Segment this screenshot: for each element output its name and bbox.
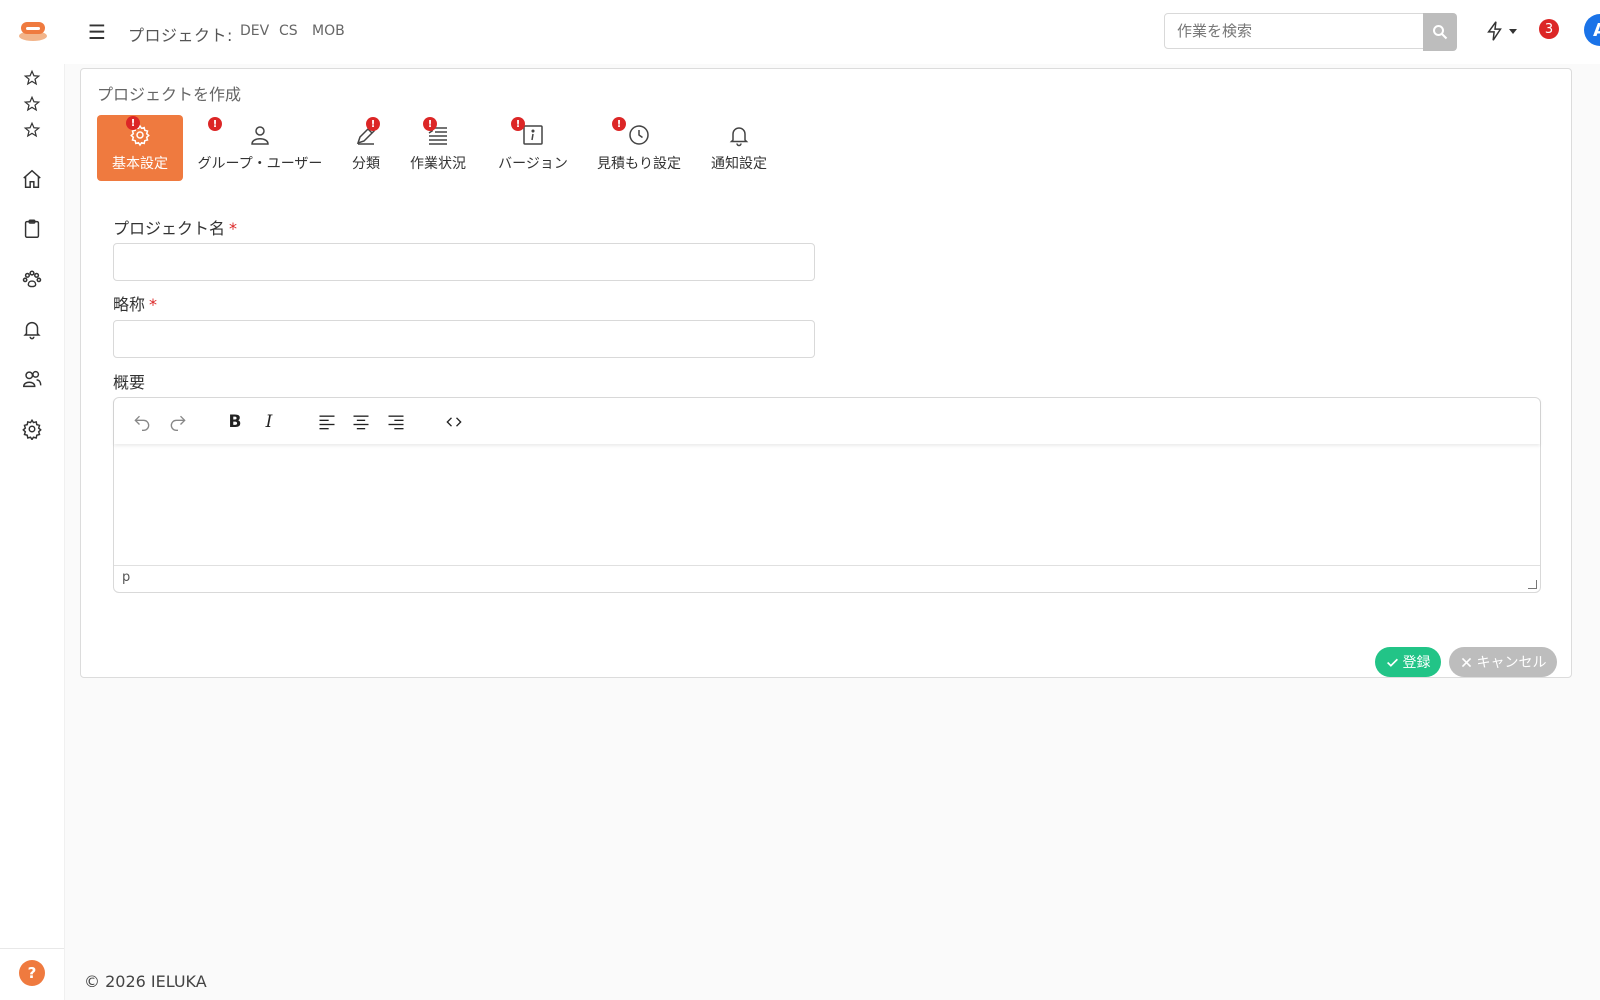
project-label: プロジェクト: xyxy=(128,26,233,45)
project-name-label-text: プロジェクト名 xyxy=(113,219,226,238)
align-center-button[interactable] xyxy=(349,410,373,434)
avatar[interactable]: A xyxy=(1584,14,1600,46)
source-code-button[interactable] xyxy=(442,410,466,434)
favorite-star-icon[interactable] xyxy=(20,92,44,116)
home-icon[interactable] xyxy=(20,167,44,191)
undo-button[interactable] xyxy=(130,410,154,434)
save-button[interactable]: 登録 xyxy=(1375,647,1441,677)
clipboard-icon[interactable] xyxy=(20,217,44,241)
search-icon xyxy=(1433,25,1448,40)
align-center-icon xyxy=(353,415,369,430)
help-icon[interactable]: ? xyxy=(19,960,45,986)
undo-icon xyxy=(134,415,150,431)
quick-actions-button[interactable] xyxy=(1484,18,1524,44)
paw-icon[interactable] xyxy=(20,267,44,291)
italic-icon: I xyxy=(265,412,273,432)
tab-label: グループ・ユーザー xyxy=(197,156,323,172)
lightning-icon xyxy=(1487,21,1502,41)
redo-icon xyxy=(170,415,186,431)
close-icon xyxy=(1461,657,1471,667)
tab-label: 分類 xyxy=(352,156,380,172)
footer-copyright: © 2026 IELUKA xyxy=(84,972,207,991)
required-mark: * xyxy=(229,219,238,238)
editor-statusbar: p xyxy=(114,565,1540,592)
error-icon: ! xyxy=(511,117,525,131)
bold-button[interactable]: B xyxy=(223,410,247,434)
sidebar: ? xyxy=(0,0,65,1000)
error-icon: ! xyxy=(208,117,222,131)
redo-button[interactable] xyxy=(166,410,190,434)
error-icon: ! xyxy=(423,117,437,131)
short-name-label-text: 略称 xyxy=(113,295,146,314)
summary-label: 概要 xyxy=(113,373,146,392)
gear-icon[interactable] xyxy=(20,417,44,441)
check-icon xyxy=(1386,658,1398,667)
error-icon: ! xyxy=(366,117,380,131)
favorite-star-icon[interactable] xyxy=(20,118,44,142)
bell-icon[interactable] xyxy=(20,317,44,341)
user-icon xyxy=(251,126,269,145)
tab-label: 基本設定 xyxy=(112,156,168,172)
code-icon xyxy=(446,417,462,427)
save-button-label: 登録 xyxy=(1402,654,1431,670)
cancel-button[interactable]: キャンセル xyxy=(1449,647,1557,677)
tab-label: 見積もり設定 xyxy=(597,156,681,172)
search-button[interactable] xyxy=(1423,13,1457,51)
tab-notification-settings[interactable]: 通知設定 xyxy=(707,115,771,181)
tab-label: バージョン xyxy=(498,156,568,172)
align-left-icon xyxy=(319,415,335,430)
error-icon: ! xyxy=(612,117,626,131)
project-link-cs[interactable]: CS xyxy=(279,23,298,39)
resize-handle-icon[interactable] xyxy=(1528,580,1537,589)
tab-label: 通知設定 xyxy=(711,156,767,172)
project-name-label: プロジェクト名 * xyxy=(113,215,237,239)
project-name-input[interactable] xyxy=(113,243,815,281)
chevron-down-icon xyxy=(1509,28,1517,34)
required-mark: * xyxy=(149,295,158,314)
project-link-mob[interactable]: MOB xyxy=(312,23,345,39)
tab-basic-settings[interactable]: 基本設定 ! xyxy=(97,115,183,181)
cancel-button-label: キャンセル xyxy=(1476,654,1547,670)
top-header: ☰ プロジェクト: DEV CS MOB 3 A xyxy=(64,0,1600,64)
tab-group-users[interactable]: グループ・ユーザー ! xyxy=(193,115,327,181)
short-name-label: 略称 * xyxy=(113,291,157,315)
element-path[interactable]: p xyxy=(122,570,130,585)
align-right-icon xyxy=(388,415,404,430)
tab-version[interactable]: バージョン ! xyxy=(495,115,571,181)
create-project-card: プロジェクトを作成 基本設定 ! グループ・ユーザー ! 分類 ! 作業状況 ! xyxy=(80,68,1572,678)
tab-work-status[interactable]: 作業状況 ! xyxy=(407,115,469,181)
info-icon xyxy=(523,125,543,145)
short-name-input[interactable] xyxy=(113,320,815,358)
clock-icon xyxy=(629,125,649,145)
notification-badge[interactable]: 3 xyxy=(1539,19,1559,39)
page-title: プロジェクトを作成 xyxy=(97,85,242,104)
favorite-star-icon[interactable] xyxy=(20,66,44,90)
editor-toolbar: B I xyxy=(114,398,1540,444)
sidebar-divider xyxy=(0,948,64,949)
error-icon: ! xyxy=(126,116,140,130)
tab-label: 作業状況 xyxy=(410,156,466,172)
search-input[interactable] xyxy=(1164,13,1424,49)
project-link-dev[interactable]: DEV xyxy=(240,23,269,39)
tab-estimate-settings[interactable]: 見積もり設定 ! xyxy=(594,115,684,181)
users-icon[interactable] xyxy=(20,367,44,391)
app-logo-icon[interactable] xyxy=(17,18,49,44)
tab-category[interactable]: 分類 ! xyxy=(341,115,391,181)
align-right-button[interactable] xyxy=(384,410,408,434)
italic-button[interactable]: I xyxy=(257,410,281,434)
menu-icon[interactable]: ☰ xyxy=(88,20,106,44)
align-left-button[interactable] xyxy=(315,410,339,434)
bell-icon xyxy=(729,127,749,147)
summary-editor[interactable]: B I p xyxy=(113,397,1541,593)
bold-icon: B xyxy=(228,412,242,432)
